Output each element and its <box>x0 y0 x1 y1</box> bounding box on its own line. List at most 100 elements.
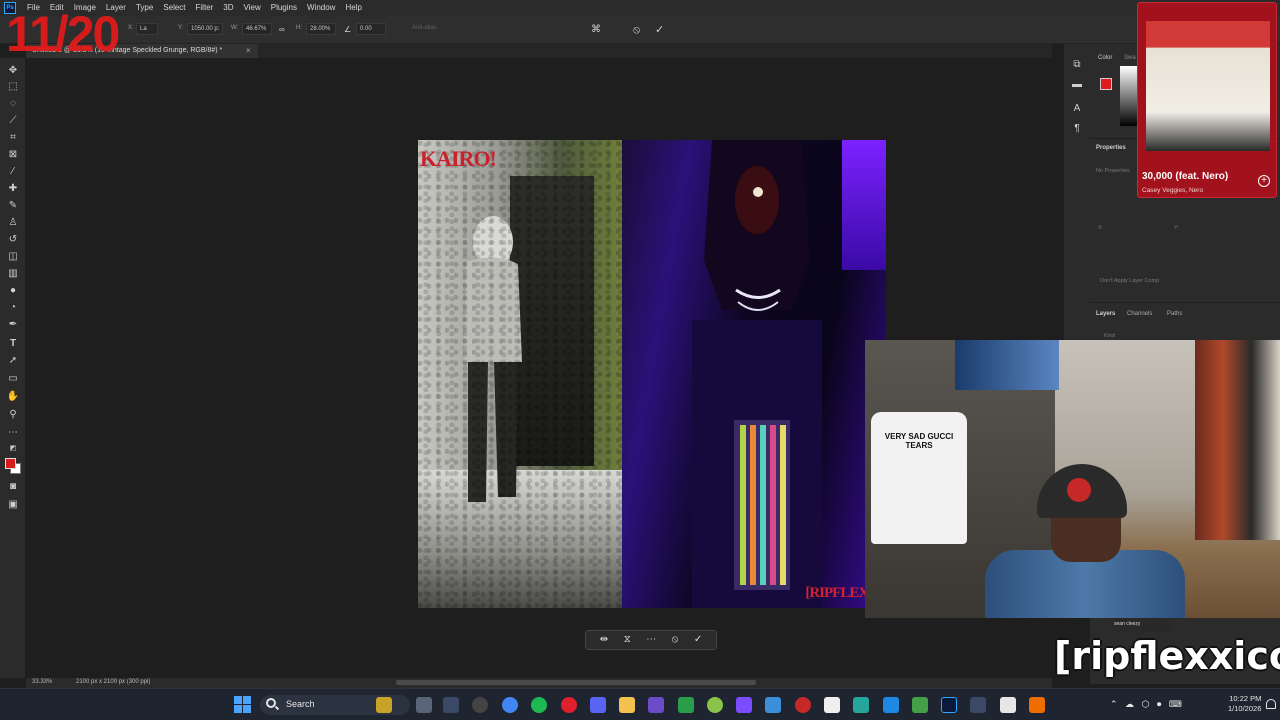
document-canvas[interactable]: KAIRO! [RIPFLEXX] <box>418 140 886 608</box>
menu-view[interactable]: View <box>239 0 266 16</box>
character-icon[interactable]: A <box>1070 102 1084 116</box>
vlc-icon[interactable] <box>1029 697 1045 713</box>
app-icon[interactable] <box>765 697 781 713</box>
search-icon <box>266 698 276 708</box>
link-icon[interactable]: ∞ <box>279 23 285 37</box>
angle-field[interactable]: 0.00 <box>356 23 386 35</box>
pen-tool-icon[interactable]: ✒ <box>6 318 20 332</box>
tab-layers[interactable]: Layers <box>1096 311 1115 317</box>
gradient-tool-icon[interactable]: ▥ <box>6 267 20 281</box>
default-colors-icon[interactable]: ◩ <box>6 442 20 456</box>
document-info[interactable]: 2100 px x 2100 px (300 ppi) <box>76 679 150 685</box>
app-icon[interactable] <box>853 697 869 713</box>
xbox-icon[interactable] <box>678 697 694 713</box>
streamer-watermark: [ripflexxico] <box>1054 634 1280 678</box>
menu-window[interactable]: Window <box>302 0 340 16</box>
menu-plugins[interactable]: Plugins <box>266 0 302 16</box>
opera-icon[interactable] <box>561 697 577 713</box>
crop-tool-icon[interactable]: ⌗ <box>6 131 20 145</box>
flip-icon[interactable]: ⇹ <box>600 631 608 649</box>
app-icon[interactable] <box>1000 697 1016 713</box>
more-icon[interactable]: ⋯ <box>646 631 656 649</box>
no-properties-label: No Properties <box>1096 168 1130 174</box>
menu-select[interactable]: Select <box>158 0 190 16</box>
eyedropper-tool-icon[interactable]: ⁄ <box>6 165 20 179</box>
app-icon[interactable] <box>795 697 811 713</box>
warp-mode-icon[interactable]: ⌘ <box>591 23 601 37</box>
menu-type[interactable]: Type <box>131 0 158 16</box>
file-explorer-icon[interactable] <box>619 697 635 713</box>
menu-help[interactable]: Help <box>340 0 366 16</box>
plus-circle-icon[interactable]: + <box>1258 175 1270 187</box>
taskbar-widget-icon[interactable] <box>376 697 392 713</box>
clock-date: 1/10/2026 <box>1228 704 1262 713</box>
photoshop-taskbar-icon[interactable] <box>941 697 957 713</box>
app-icon[interactable] <box>736 697 752 713</box>
dodge-tool-icon[interactable]: ◔ <box>6 301 20 315</box>
anti-alias-checkbox[interactable]: Anti-alias <box>412 25 437 31</box>
paragraph-icon[interactable]: ¶ <box>1070 122 1084 136</box>
menu-filter[interactable]: Filter <box>191 0 219 16</box>
discord-icon[interactable] <box>590 697 606 713</box>
path-select-tool-icon[interactable]: ➚ <box>6 354 20 368</box>
app-icon[interactable] <box>970 697 986 713</box>
move-tool-icon[interactable]: ✥ <box>6 64 20 78</box>
app-icon[interactable] <box>883 697 899 713</box>
tab-channels[interactable]: Channels <box>1127 311 1152 317</box>
history-brush-tool-icon[interactable]: ↺ <box>6 233 20 247</box>
marquee-tool-icon[interactable]: ⬚ <box>6 80 20 94</box>
x-field[interactable]: La <box>136 23 158 35</box>
height-field[interactable]: 28.00% <box>306 23 336 35</box>
comments-icon[interactable]: ▬ <box>1070 78 1084 92</box>
more-tools-icon[interactable]: ⋯ <box>6 426 20 440</box>
brush-tool-icon[interactable]: ✎ <box>6 199 20 213</box>
quick-mask-icon[interactable]: ◙ <box>6 480 20 494</box>
progress-counter: 11/20 <box>6 6 120 62</box>
windows-start-icon[interactable] <box>234 696 251 713</box>
hand-tool-icon[interactable]: ✋ <box>6 390 20 404</box>
tab-paths[interactable]: Paths <box>1167 311 1182 317</box>
foreground-color-swatch[interactable] <box>5 458 16 469</box>
eraser-tool-icon[interactable]: ◫ <box>6 250 20 264</box>
tab-swatches[interactable]: Swa <box>1124 55 1136 61</box>
layer-filter-kind[interactable]: Kind <box>1104 333 1115 339</box>
clone-stamp-tool-icon[interactable]: ♙ <box>6 216 20 230</box>
app-icon[interactable] <box>648 697 664 713</box>
blur-tool-icon[interactable]: ● <box>6 284 20 298</box>
tab-color[interactable]: Color <box>1098 55 1112 61</box>
app-icon[interactable] <box>707 697 723 713</box>
rectangle-tool-icon[interactable]: ▭ <box>6 372 20 386</box>
horizontal-scrollbar[interactable] <box>396 680 756 685</box>
type-tool-icon[interactable]: T <box>6 337 20 351</box>
x-label: X: <box>128 25 134 31</box>
app-icon[interactable] <box>824 697 840 713</box>
system-tray[interactable]: ⌃ ☁ ⬡ ⏺ ⌨ <box>1110 699 1182 710</box>
zoom-level[interactable]: 33.33% <box>32 679 52 685</box>
chrome-icon[interactable] <box>502 697 518 713</box>
y-field[interactable]: 1050.00 p: <box>187 23 223 35</box>
commit-transform-icon[interactable]: ✓ <box>694 631 702 649</box>
zoom-tool-icon[interactable]: ⚲ <box>6 408 20 422</box>
taskbar-clock[interactable]: 10:22 PM 1/10/2026 <box>1228 694 1261 714</box>
task-view-icon[interactable] <box>416 697 432 713</box>
history-icon[interactable]: ⧉ <box>1070 58 1084 72</box>
color-ramp[interactable] <box>1120 66 1138 126</box>
lasso-tool-icon[interactable]: ◌ <box>6 97 20 111</box>
notification-bell-icon[interactable] <box>1266 699 1276 709</box>
checkmark-icon[interactable]: ✓ <box>655 23 664 37</box>
cancel-icon[interactable]: ⦸ <box>633 23 640 37</box>
screen-mode-icon[interactable]: ▣ <box>6 498 20 512</box>
quick-select-tool-icon[interactable]: ⟋ <box>6 114 20 128</box>
close-icon[interactable]: × <box>246 46 251 55</box>
width-field[interactable]: 46.67% <box>242 23 272 35</box>
app-icon[interactable] <box>443 697 459 713</box>
app-icon[interactable] <box>472 697 488 713</box>
warp-icon[interactable]: ⧖ <box>624 631 631 649</box>
menu-3d[interactable]: 3D <box>218 0 238 16</box>
app-icon[interactable] <box>912 697 928 713</box>
spotify-icon[interactable] <box>531 697 547 713</box>
frame-tool-icon[interactable]: ⊠ <box>6 148 20 162</box>
color-panel-foreground[interactable] <box>1100 78 1112 90</box>
cancel-transform-icon[interactable]: ⦸ <box>672 631 679 649</box>
healing-brush-tool-icon[interactable]: ✚ <box>6 182 20 196</box>
